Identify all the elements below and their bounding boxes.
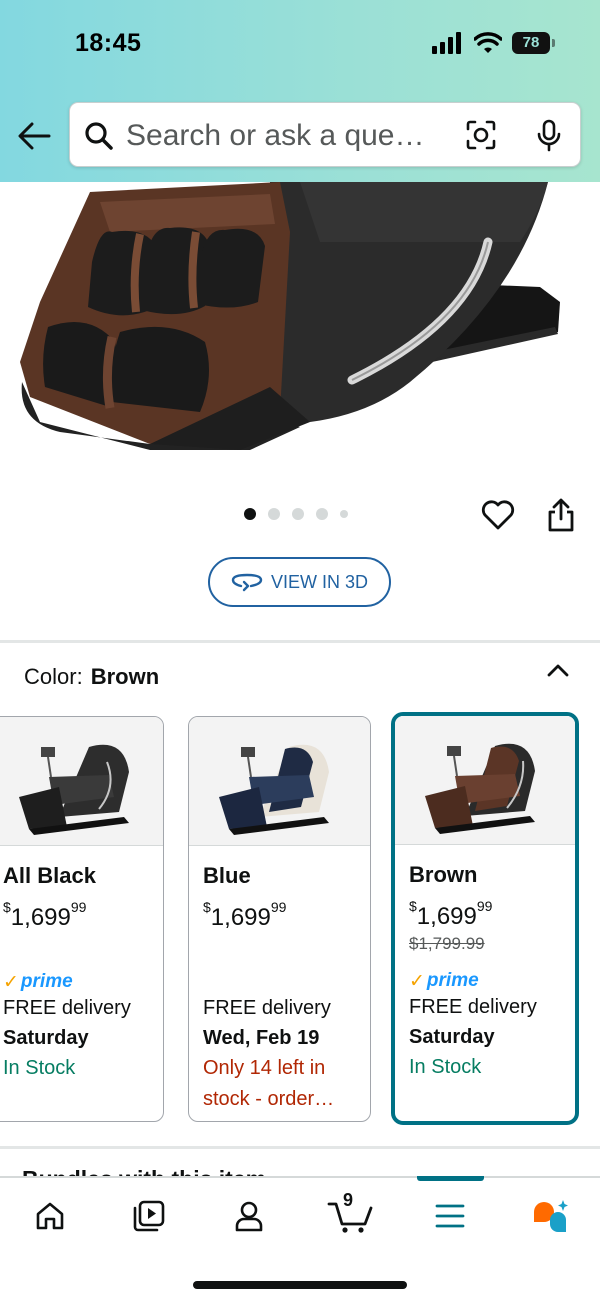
- app-header: 18:45 78 Search or ask a que…: [0, 0, 600, 182]
- swatch-was-price: [203, 935, 356, 957]
- swatch-was-price: $1,799.99: [409, 934, 485, 953]
- chair-thumbnail-blue: [219, 744, 329, 835]
- battery-icon: 78: [512, 32, 555, 54]
- carousel-dot[interactable]: [268, 508, 280, 520]
- nav-rufus[interactable]: [525, 1194, 575, 1238]
- nav-account[interactable]: [224, 1194, 274, 1238]
- swatch-image: [395, 716, 575, 845]
- arrow-left-icon: [18, 122, 51, 150]
- share-icon: [548, 498, 574, 532]
- view-in-3d-label: VIEW IN 3D: [270, 571, 368, 592]
- menu-icon: [435, 1204, 465, 1228]
- chair-thumbnail-brown: [425, 743, 535, 834]
- prime-badge: ✓ prime: [3, 971, 73, 993]
- delivery-text: FREE delivery: [203, 997, 331, 1019]
- chair-thumbnail-black: [19, 744, 129, 835]
- stock-status: In Stock: [3, 1057, 76, 1079]
- color-swatch-all-black[interactable]: All Black $1,69999 ✓ prime FREE delivery …: [0, 716, 164, 1122]
- swatch-name: All Black: [3, 863, 96, 888]
- carousel-dot[interactable]: [340, 510, 348, 518]
- search-input[interactable]: Search or ask a que…: [69, 102, 581, 167]
- nav-cart[interactable]: 9: [324, 1190, 376, 1238]
- home-indicator: [193, 1281, 407, 1289]
- delivery-text: FREE delivery: [409, 996, 537, 1018]
- color-swatch-blue[interactable]: Blue $1,69999 FREE delivery Wed, Feb 19 …: [188, 716, 371, 1122]
- wishlist-button[interactable]: [480, 497, 516, 538]
- section-divider: [0, 640, 600, 643]
- stock-status: Only 14 left in stock - order…: [203, 1057, 335, 1110]
- nav-home[interactable]: [25, 1194, 75, 1238]
- collapse-color-button[interactable]: [545, 660, 571, 685]
- microphone-icon[interactable]: [536, 119, 562, 153]
- nav-menu[interactable]: [425, 1194, 475, 1238]
- swatch-name: Blue: [203, 863, 251, 888]
- swatch-was-price: [3, 935, 149, 957]
- carousel-dot[interactable]: [316, 508, 328, 520]
- bottom-navigation: 9: [0, 1176, 600, 1301]
- carousel-dot[interactable]: [292, 508, 304, 520]
- swatch-price: $1,69999: [203, 899, 287, 931]
- swatch-image: [0, 717, 163, 846]
- signal-icon: [432, 32, 461, 54]
- view-in-3d-button[interactable]: VIEW IN 3D: [208, 557, 391, 607]
- check-icon: ✓: [409, 970, 425, 992]
- home-icon: [36, 1202, 64, 1230]
- color-selector-heading: Color: Brown: [24, 664, 159, 690]
- product-image[interactable]: [0, 182, 600, 482]
- color-label: Color:: [24, 664, 83, 689]
- delivery-date: Saturday: [3, 1027, 89, 1049]
- back-button[interactable]: [17, 118, 51, 154]
- selected-color-value: Brown: [90, 664, 160, 689]
- share-button[interactable]: [545, 497, 577, 538]
- search-placeholder: Search or ask a que…: [126, 119, 425, 152]
- carousel-dot[interactable]: [244, 508, 256, 520]
- stock-status: In Stock: [409, 1056, 482, 1078]
- account-icon: [235, 1201, 263, 1232]
- rufus-icon: [534, 1200, 568, 1232]
- color-swatch-brown[interactable]: Brown $1,69999 $1,799.99 ✓ prime FREE del…: [391, 712, 579, 1125]
- status-icons: 78: [432, 32, 555, 54]
- swatch-name: Brown: [409, 862, 478, 887]
- delivery-date: Wed, Feb 19: [203, 1027, 320, 1049]
- chevron-up-icon: [547, 664, 569, 677]
- rotate-3d-icon: [231, 573, 263, 592]
- status-time: 18:45: [75, 29, 142, 57]
- check-icon: ✓: [3, 971, 19, 993]
- carousel-dots[interactable]: [244, 508, 348, 520]
- wifi-icon: [474, 32, 502, 53]
- active-tab-indicator: [417, 1176, 484, 1181]
- prime-badge: ✓ prime: [409, 970, 479, 992]
- nav-video[interactable]: [124, 1194, 174, 1238]
- camera-lens-icon[interactable]: [466, 120, 496, 150]
- swatch-image: [189, 717, 370, 846]
- heart-icon: [481, 500, 515, 530]
- cart-count-badge: 9: [343, 1190, 354, 1210]
- swatch-price: $1,69999: [409, 898, 493, 930]
- section-divider: [0, 1146, 600, 1149]
- delivery-text: FREE delivery: [3, 997, 131, 1019]
- swatch-price: $1,69999: [3, 899, 87, 931]
- play-icon: [133, 1200, 165, 1232]
- delivery-date: Saturday: [409, 1026, 495, 1048]
- search-icon: [85, 122, 113, 150]
